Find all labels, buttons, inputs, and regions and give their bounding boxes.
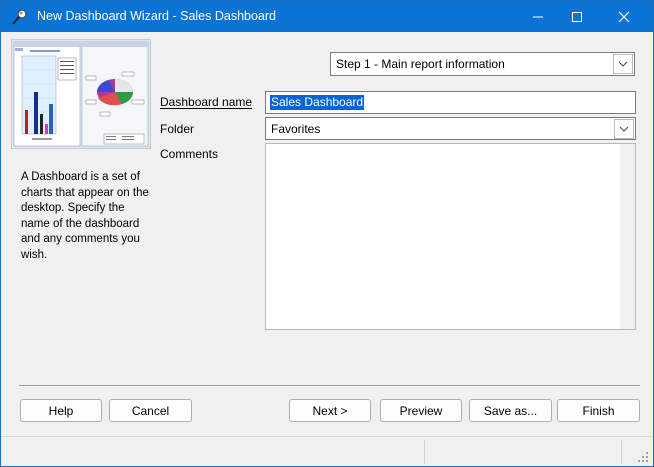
wizard-window: New Dashboard Wizard - Sales Dashboard A… <box>0 0 654 467</box>
dashboard-name-value: Sales Dashboard <box>270 95 365 110</box>
step-dropdown-button[interactable] <box>613 54 633 74</box>
dashboard-name-input[interactable]: Sales Dashboard <box>265 91 636 114</box>
chevron-down-icon <box>618 61 628 67</box>
minimize-icon <box>533 16 543 17</box>
resize-grip-icon[interactable] <box>637 451 649 463</box>
dashboard-name-label: Dashboard name <box>160 95 252 109</box>
folder-dropdown-button[interactable] <box>614 119 634 139</box>
maximize-icon <box>572 11 582 22</box>
wizard-description: A Dashboard is a set of charts that appe… <box>21 171 149 261</box>
dashboard-name-label-text: Dashboard name <box>160 95 253 109</box>
window-title: New Dashboard Wizard - Sales Dashboard <box>37 9 276 23</box>
close-button[interactable] <box>601 1 647 32</box>
folder-label: Folder <box>160 122 195 136</box>
preview-button[interactable]: Preview <box>380 399 462 422</box>
help-button[interactable]: Help <box>20 399 102 422</box>
button-separator <box>19 385 640 387</box>
comments-scrollbar[interactable] <box>620 144 635 329</box>
status-divider <box>424 440 425 464</box>
folder-value: Favorites <box>271 122 321 136</box>
save-as-button[interactable]: Save as... <box>469 399 552 422</box>
dashboard-preview-image <box>11 39 151 149</box>
step-select-value: Step 1 - Main report information <box>336 57 505 71</box>
folder-select[interactable]: Favorites <box>265 117 636 140</box>
status-divider <box>621 440 622 464</box>
chevron-down-icon <box>619 126 629 132</box>
finish-button[interactable]: Finish <box>557 399 640 422</box>
close-icon <box>618 11 630 22</box>
cancel-button[interactable]: Cancel <box>109 399 192 422</box>
step-select[interactable]: Step 1 - Main report information <box>330 52 635 76</box>
comments-label: Comments <box>160 147 219 161</box>
title-bar[interactable]: New Dashboard Wizard - Sales Dashboard <box>1 1 653 32</box>
comments-textarea[interactable] <box>265 143 636 330</box>
maximize-button[interactable] <box>554 1 600 32</box>
next-button[interactable]: Next > <box>289 399 371 422</box>
status-bar <box>1 436 653 466</box>
pushpin-icon <box>12 9 27 25</box>
